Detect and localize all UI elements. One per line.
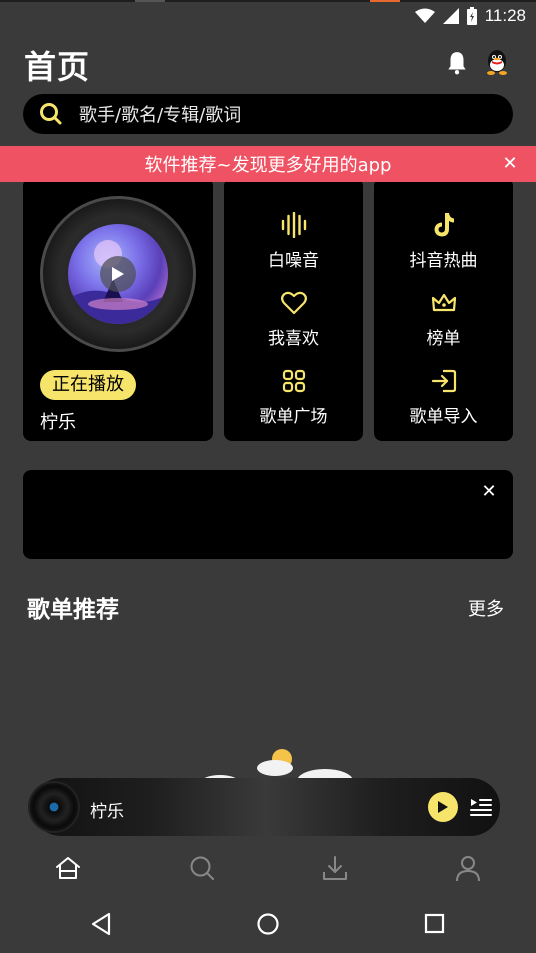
mini-vinyl-icon xyxy=(28,781,80,833)
status-indicator xyxy=(135,0,165,2)
page-title: 首页 xyxy=(24,48,91,86)
more-link[interactable]: 更多 xyxy=(468,595,504,621)
header: 首页 xyxy=(0,40,536,88)
favorites-label: 我喜欢 xyxy=(268,329,319,349)
search-placeholder: 歌手/歌名/专辑/歌词 xyxy=(79,105,242,126)
heart-icon xyxy=(280,291,307,315)
download-tab-icon[interactable] xyxy=(321,854,349,882)
playlist-square-button[interactable]: 歌单广场 xyxy=(224,366,363,436)
crown-icon xyxy=(431,293,456,312)
sound-wave-icon xyxy=(281,212,306,238)
home-tab-icon[interactable] xyxy=(54,854,82,882)
mini-player[interactable]: 柠乐 xyxy=(28,778,500,836)
promo-banner-text: 软件推荐~发现更多好用的app xyxy=(144,155,392,176)
vinyl-record xyxy=(40,196,196,352)
playlist-import-label: 歌单导入 xyxy=(409,407,478,427)
search-icon xyxy=(40,103,62,125)
quick-grid-right: 抖音热曲 榜单 歌单导入 xyxy=(374,178,513,441)
search-bar[interactable]: 歌手/歌名/专辑/歌词 xyxy=(23,94,513,134)
play-icon[interactable] xyxy=(100,256,136,292)
playlist-import-button[interactable]: 歌单导入 xyxy=(374,366,513,436)
bell-icon[interactable] xyxy=(444,50,470,76)
playlist-square-label: 歌单广场 xyxy=(259,407,328,427)
search-tab-icon[interactable] xyxy=(188,854,216,882)
douyin-hits-button[interactable]: 抖音热曲 xyxy=(374,210,513,280)
home-icon[interactable] xyxy=(255,911,281,937)
now-playing-title: 柠乐 xyxy=(40,412,76,433)
quick-grid-left: 白噪音 我喜欢 歌单广场 xyxy=(224,178,363,441)
white-noise-button[interactable]: 白噪音 xyxy=(224,210,363,280)
status-icons: 11:28 xyxy=(414,5,526,27)
promo-banner[interactable]: 软件推荐~发现更多好用的app ✕ xyxy=(0,146,536,182)
close-icon[interactable]: ✕ xyxy=(500,154,520,174)
favorites-button[interactable]: 我喜欢 xyxy=(224,288,363,358)
status-top-line xyxy=(0,0,536,2)
system-nav-bar xyxy=(0,895,536,953)
status-bar: 11:28 xyxy=(0,0,536,32)
play-button[interactable] xyxy=(428,792,458,822)
now-playing-card[interactable]: 正在播放 柠乐 xyxy=(23,178,213,441)
grid-icon xyxy=(282,369,305,393)
status-indicator xyxy=(370,0,400,2)
bottom-tab-bar xyxy=(0,848,536,888)
ad-placeholder: ✕ xyxy=(23,470,513,559)
playlist-icon[interactable] xyxy=(470,796,492,818)
back-icon[interactable] xyxy=(89,911,115,937)
tiktok-icon xyxy=(434,213,454,237)
now-playing-badge: 正在播放 xyxy=(40,370,136,400)
battery-icon xyxy=(466,7,477,25)
play-icon xyxy=(438,801,448,813)
section-title: 歌单推荐 xyxy=(27,597,119,623)
import-icon xyxy=(431,369,456,393)
profile-tab-icon[interactable] xyxy=(454,854,482,882)
white-noise-label: 白噪音 xyxy=(268,251,319,271)
mini-player-title: 柠乐 xyxy=(90,802,124,822)
wifi-icon xyxy=(414,8,435,23)
qq-avatar-icon[interactable] xyxy=(484,48,510,76)
status-time: 11:28 xyxy=(484,6,526,25)
recents-icon[interactable] xyxy=(422,911,448,937)
charts-label: 榜单 xyxy=(426,329,461,349)
charts-button[interactable]: 榜单 xyxy=(374,288,513,358)
close-icon[interactable]: ✕ xyxy=(479,482,499,502)
signal-icon xyxy=(442,8,459,24)
douyin-hits-label: 抖音热曲 xyxy=(409,251,478,271)
